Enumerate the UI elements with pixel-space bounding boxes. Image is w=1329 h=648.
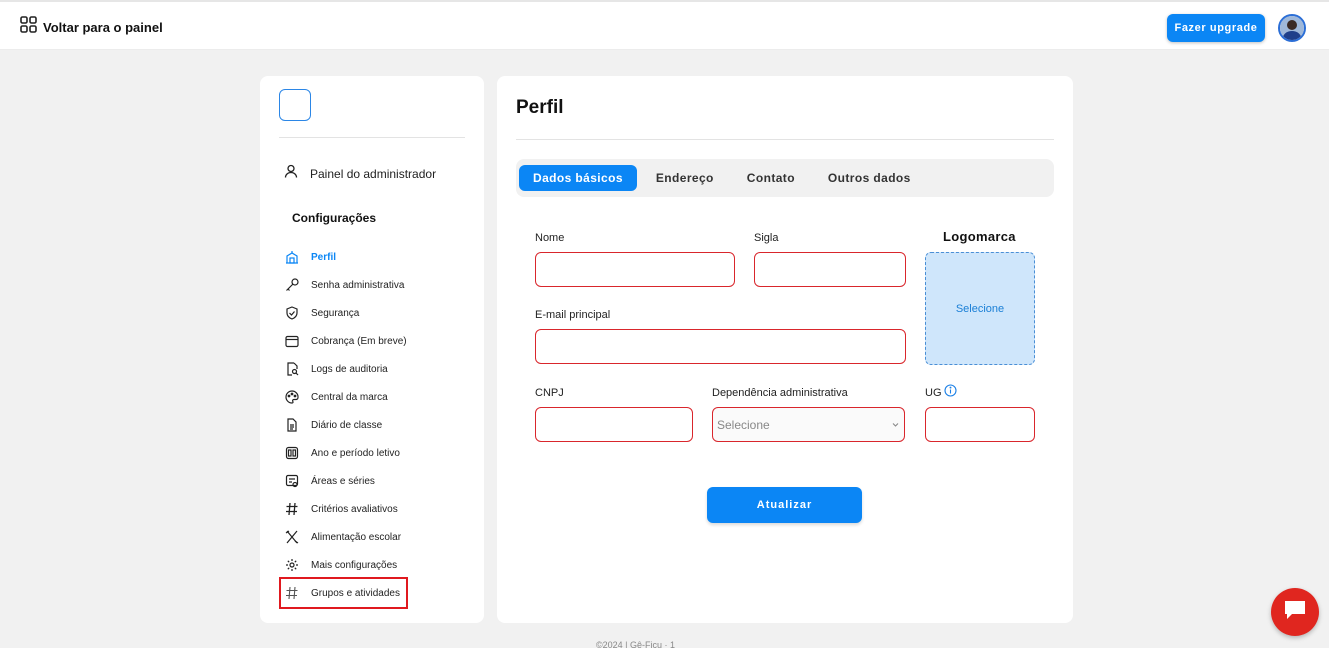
- top-bar: Voltar para o painel Fazer upgrade: [0, 0, 1329, 50]
- page-title: Perfil: [516, 97, 564, 118]
- sidebar-item-label: Áreas e séries: [311, 475, 375, 487]
- logomarca-upload[interactable]: Selecione: [925, 252, 1035, 365]
- hash-icon: [284, 502, 299, 517]
- chevron-down-icon: [891, 418, 900, 432]
- footer-text: ©2024 | Gê-Ficu · 1: [596, 640, 676, 648]
- sidebar-item-label: Segurança: [311, 307, 360, 319]
- document-search-icon: [284, 362, 299, 377]
- sidebar-item-label: Central da marca: [311, 391, 388, 403]
- divider: [279, 137, 465, 138]
- shield-icon: [284, 306, 299, 321]
- sigla-input[interactable]: [754, 252, 906, 287]
- back-to-panel-link[interactable]: Voltar para o painel: [20, 16, 163, 38]
- key-icon: [284, 278, 299, 293]
- sidebar-item-areas-series[interactable]: Áreas e séries: [284, 467, 474, 495]
- sidebar-item-central-marca[interactable]: Central da marca: [284, 383, 474, 411]
- avatar[interactable]: [1278, 14, 1306, 42]
- settings-sidebar: Painel do administrador Configurações Pe…: [260, 76, 484, 623]
- upgrade-button[interactable]: Fazer upgrade: [1167, 14, 1265, 42]
- sidebar-item-criterios[interactable]: Critérios avaliativos: [284, 495, 474, 523]
- sidebar-item-perfil[interactable]: Perfil: [284, 243, 474, 271]
- school-logo: [279, 89, 311, 121]
- sidebar-item-label: Logs de auditoria: [311, 363, 388, 375]
- sidebar-item-logs[interactable]: Logs de auditoria: [284, 355, 474, 383]
- hash-icon: [284, 586, 299, 601]
- nome-label: Nome: [535, 232, 565, 244]
- building-icon: [284, 250, 299, 265]
- gear-icon: [284, 558, 299, 573]
- sidebar-item-diario[interactable]: Diário de classe: [284, 411, 474, 439]
- settings-menu: Perfil Senha administrativa Segurança Co…: [279, 243, 474, 609]
- tab-endereco[interactable]: Endereço: [642, 165, 728, 191]
- dependencia-label: Dependência administrativa: [712, 387, 848, 399]
- wallet-icon: [284, 334, 299, 349]
- nome-input[interactable]: [535, 252, 735, 287]
- back-label: Voltar para o painel: [43, 19, 163, 35]
- sidebar-item-alimentacao[interactable]: Alimentação escolar: [284, 523, 474, 551]
- email-input[interactable]: [535, 329, 906, 364]
- sidebar-item-label: Grupos e atividades: [311, 587, 400, 599]
- palette-icon: [284, 390, 299, 405]
- email-label: E-mail principal: [535, 309, 611, 321]
- document-icon: [284, 418, 299, 433]
- ug-input[interactable]: [925, 407, 1035, 442]
- sidebar-item-cobranca[interactable]: Cobrança (Em breve): [284, 327, 474, 355]
- tab-dados-basicos[interactable]: Dados básicos: [519, 165, 637, 191]
- sidebar-item-label: Ano e período letivo: [311, 447, 400, 459]
- tab-bar: Dados básicos Endereço Contato Outros da…: [516, 159, 1054, 197]
- sidebar-item-label: Alimentação escolar: [311, 531, 402, 543]
- sigla-label: Sigla: [754, 232, 779, 244]
- update-button[interactable]: Atualizar: [707, 487, 862, 523]
- tab-contato[interactable]: Contato: [733, 165, 809, 191]
- list-icon: [284, 474, 299, 489]
- info-icon[interactable]: [944, 384, 957, 397]
- sidebar-item-label: Mais configurações: [311, 559, 398, 571]
- calendar-icon: [284, 446, 299, 461]
- grid-icon: [20, 16, 37, 38]
- sidebar-item-senha[interactable]: Senha administrativa: [284, 271, 474, 299]
- sidebar-item-label: Critérios avaliativos: [311, 503, 398, 515]
- chat-icon: [1283, 599, 1307, 626]
- profile-panel: Perfil Dados básicos Endereço Contato Ou…: [497, 76, 1073, 623]
- sidebar-item-label: Diário de classe: [311, 419, 383, 431]
- cutlery-icon: [284, 530, 299, 545]
- divider: [516, 139, 1054, 140]
- sidebar-item-mais-config[interactable]: Mais configurações: [284, 551, 474, 579]
- dependencia-select[interactable]: Selecione: [712, 407, 905, 442]
- section-title: Configurações: [292, 211, 377, 225]
- sidebar-item-label: Cobrança (Em breve): [311, 335, 407, 347]
- chat-button[interactable]: [1271, 588, 1319, 636]
- sidebar-item-label: Painel do administrador: [310, 166, 437, 181]
- ug-label: UG: [925, 387, 942, 399]
- sidebar-item-label: Perfil: [311, 251, 337, 263]
- sidebar-item-admin-panel[interactable]: Painel do administrador: [284, 164, 436, 183]
- dependencia-value: Selecione: [717, 417, 770, 432]
- logomarca-title: Logomarca: [943, 229, 1016, 244]
- sidebar-item-grupos[interactable]: Grupos e atividades: [279, 577, 408, 609]
- tab-outros-dados[interactable]: Outros dados: [814, 165, 925, 191]
- user-icon: [284, 164, 298, 183]
- sidebar-item-ano-periodo[interactable]: Ano e período letivo: [284, 439, 474, 467]
- sidebar-item-label: Senha administrativa: [311, 279, 405, 291]
- cnpj-label: CNPJ: [535, 387, 564, 399]
- cnpj-input[interactable]: [535, 407, 693, 442]
- sidebar-item-seguranca[interactable]: Segurança: [284, 299, 474, 327]
